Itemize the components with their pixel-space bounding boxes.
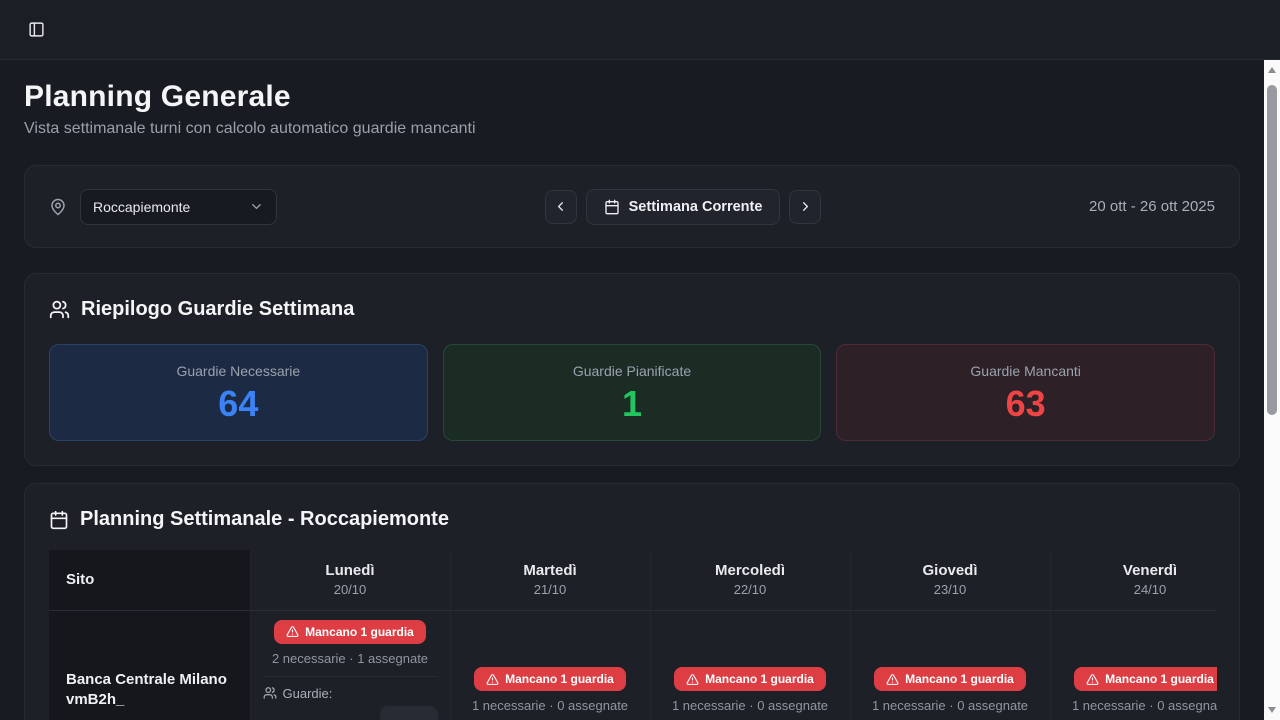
day-date: 22/10 <box>651 582 850 597</box>
badge-label: Mancano 1 guardia <box>1105 672 1214 686</box>
day-date: 21/10 <box>451 582 650 597</box>
stat-guardie-necessarie: Guardie Necessarie 64 <box>49 344 428 441</box>
stat-label: Guardie Mancanti <box>970 363 1081 379</box>
current-week-label: Settimana Corrente <box>629 199 763 215</box>
missing-guards-badge[interactable]: Mancano 1 guardia <box>1074 667 1217 691</box>
day-date: 20/10 <box>251 582 450 597</box>
users-icon <box>263 686 277 700</box>
triangle-alert-icon <box>1086 673 1099 686</box>
shift-cell-mercoledi: Mancano 1 guardia 1 necessarie · 0 asseg… <box>650 610 850 720</box>
page-subtitle: Vista settimanale turni con calcolo auto… <box>24 120 1240 138</box>
guard-chip[interactable] <box>380 706 438 720</box>
calendar-icon <box>49 510 69 530</box>
day-name: Mercoledì <box>651 562 850 579</box>
missing-guards-badge[interactable]: Mancano 1 guardia <box>674 667 826 691</box>
planning-table-wrap: Sito Lunedì 20/10 Martedì 21/10 Mercoled… <box>49 550 1217 720</box>
shift-detail: 1 necessarie · 0 assegnate <box>663 698 838 713</box>
column-header-mercoledi: Mercoledì 22/10 <box>650 550 850 610</box>
column-header-lunedi: Lunedì 20/10 <box>250 550 450 610</box>
guards-label: Guardie: <box>283 686 333 701</box>
planning-title: Planning Settimanale - Roccapiemonte <box>80 508 449 531</box>
stat-value: 63 <box>1006 386 1046 422</box>
shift-cell-giovedi: Mancano 1 guardia 1 necessarie · 0 asseg… <box>850 610 1050 720</box>
day-name: Venerdì <box>1051 562 1218 579</box>
day-name: Lunedì <box>251 562 450 579</box>
triangle-alert-icon <box>886 673 899 686</box>
sidebar-toggle-button[interactable] <box>22 16 50 44</box>
guards-label-row: Guardie: <box>263 686 438 701</box>
scrollbar-thumb[interactable] <box>1267 85 1277 415</box>
table-row: Banca Centrale Milano vmB2h_ Mancano 1 g… <box>49 610 1217 720</box>
summary-title: Riepilogo Guardie Settimana <box>81 298 354 321</box>
filters-toolbar: Roccapiemonte <box>24 165 1240 248</box>
week-date-range: 20 ott - 26 ott 2025 <box>1089 198 1215 215</box>
day-date: 23/10 <box>851 582 1050 597</box>
column-header-giovedi: Giovedì 23/10 <box>850 550 1050 610</box>
planning-card: Planning Settimanale - Roccapiemonte Sit… <box>24 483 1240 720</box>
table-header-row: Sito Lunedì 20/10 Martedì 21/10 Mercoled… <box>49 550 1217 610</box>
chevron-right-icon <box>798 199 813 214</box>
triangle-alert-icon <box>286 625 299 638</box>
shift-detail: 1 necessarie · 0 assegnate <box>463 698 638 713</box>
missing-guards-badge[interactable]: Mancano 1 guardia <box>474 667 626 691</box>
users-icon <box>49 299 70 320</box>
location-select[interactable]: Roccapiemonte <box>80 189 277 225</box>
stat-label: Guardie Necessarie <box>176 363 300 379</box>
column-header-venerdi: Venerdì 24/10 <box>1050 550 1217 610</box>
badge-label: Mancano 1 guardia <box>705 672 814 686</box>
location-select-value: Roccapiemonte <box>93 199 190 215</box>
main-viewport: Planning Generale Vista settimanale turn… <box>0 60 1264 720</box>
badge-label: Mancano 1 guardia <box>305 625 414 639</box>
stat-guardie-mancanti: Guardie Mancanti 63 <box>836 344 1215 441</box>
missing-guards-badge[interactable]: Mancano 1 guardia <box>274 620 426 644</box>
chevron-down-icon <box>249 199 264 214</box>
planning-table: Sito Lunedì 20/10 Martedì 21/10 Mercoled… <box>49 550 1217 720</box>
shift-detail: 1 necessarie · 0 assegnate <box>1063 698 1218 713</box>
shift-cell-venerdi: Mancano 1 guardia 1 necessarie · 0 asseg… <box>1050 610 1217 720</box>
current-week-button[interactable]: Settimana Corrente <box>586 189 781 225</box>
page-title: Planning Generale <box>24 80 1240 114</box>
triangle-alert-icon <box>486 673 499 686</box>
stat-value: 1 <box>622 386 642 422</box>
day-name: Martedì <box>451 562 650 579</box>
day-name: Giovedì <box>851 562 1050 579</box>
shift-cell-martedi: Mancano 1 guardia 1 necessarie · 0 asseg… <box>450 610 650 720</box>
site-name-cell: Banca Centrale Milano vmB2h_ <box>49 610 250 720</box>
column-header-martedi: Martedì 21/10 <box>450 550 650 610</box>
scrollbar-down-arrow[interactable] <box>1264 702 1280 718</box>
stat-value: 64 <box>218 386 258 422</box>
shift-detail: 2 necessarie · 1 assegnate <box>263 651 438 666</box>
triangle-alert-icon <box>686 673 699 686</box>
panel-left-icon <box>28 21 45 38</box>
shift-detail: 1 necessarie · 0 assegnate <box>863 698 1038 713</box>
scrollbar-up-arrow[interactable] <box>1264 62 1280 78</box>
missing-guards-badge[interactable]: Mancano 1 guardia <box>874 667 1026 691</box>
badge-label: Mancano 1 guardia <box>905 672 1014 686</box>
next-week-button[interactable] <box>789 190 821 224</box>
prev-week-button[interactable] <box>545 190 577 224</box>
stat-guardie-pianificate: Guardie Pianificate 1 <box>443 344 822 441</box>
badge-label: Mancano 1 guardia <box>505 672 614 686</box>
map-pin-icon <box>49 198 67 216</box>
cell-divider <box>263 676 438 677</box>
calendar-icon <box>604 199 620 215</box>
column-header-sito: Sito <box>49 550 250 610</box>
shift-cell-lunedi: Mancano 1 guardia 2 necessarie · 1 asseg… <box>250 610 450 720</box>
day-date: 24/10 <box>1051 582 1218 597</box>
top-bar <box>0 0 1280 60</box>
vertical-scrollbar[interactable] <box>1264 60 1280 720</box>
summary-card: Riepilogo Guardie Settimana Guardie Nece… <box>24 273 1240 466</box>
stat-label: Guardie Pianificate <box>573 363 691 379</box>
chevron-left-icon <box>553 199 568 214</box>
